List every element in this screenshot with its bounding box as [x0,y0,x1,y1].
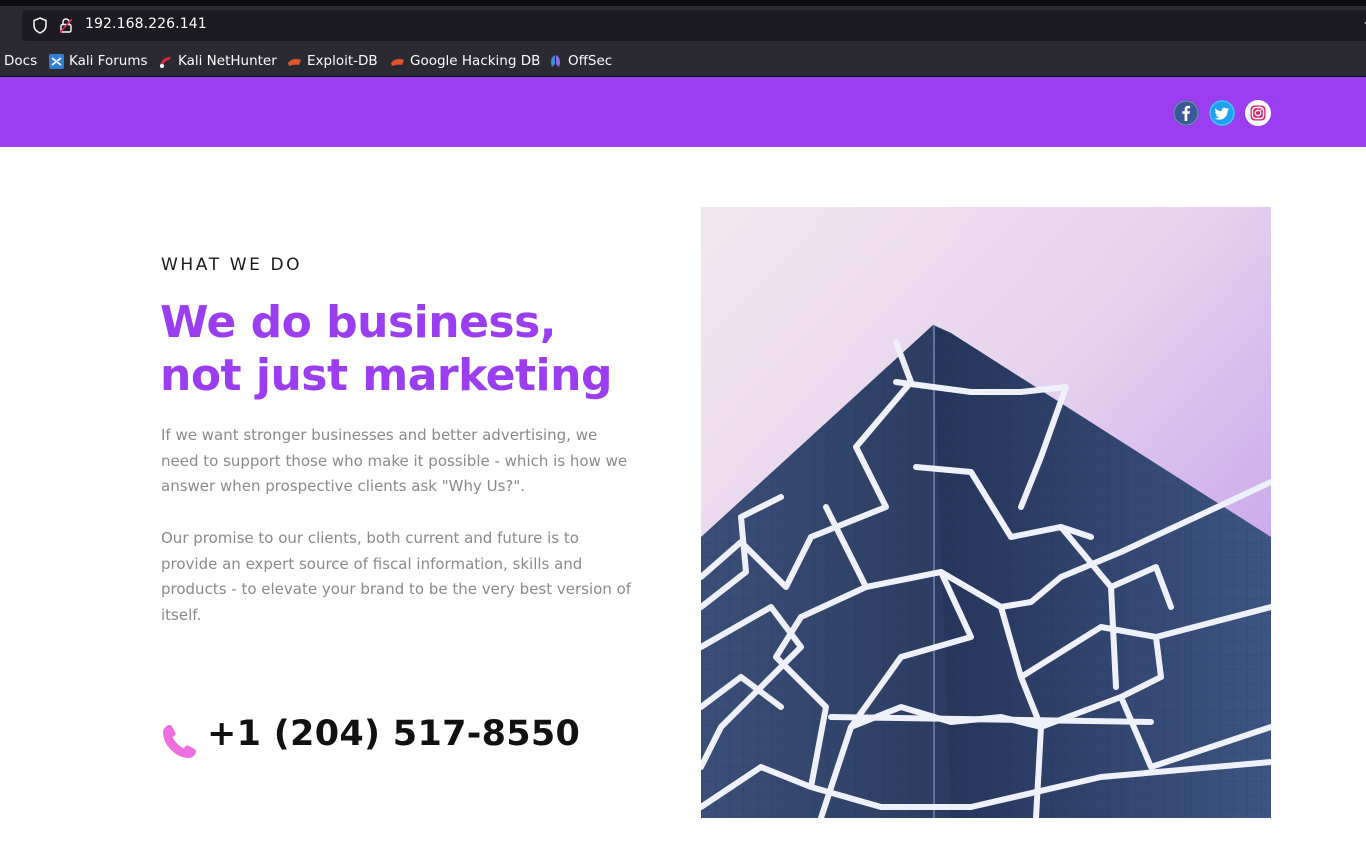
site-header [0,77,1366,147]
headline-line-1: We do business, [160,297,557,348]
bookmark-kali-nethunter[interactable]: Kali NetHunter [158,52,277,70]
offsec-icon [548,54,563,69]
kali-nethunter-icon [158,54,173,69]
bookmark-docs[interactable]: Docs [4,52,37,70]
kali-forums-icon [49,53,64,69]
bookmark-google-hacking-db[interactable]: Google Hacking DB [390,52,540,70]
instagram-icon[interactable] [1245,100,1271,126]
url-bar[interactable]: 192.168.226.141 [22,10,1366,41]
headline-line-2: not just marketing [160,350,612,401]
bookmark-label: Docs [4,53,38,69]
url-text[interactable]: 192.168.226.141 [85,16,207,32]
bookmark-label: OffSec [568,53,613,69]
bookmark-label: Google Hacking DB [410,53,541,69]
bookmarks-toolbar: Docs Kali Forums Kali NetHunter Exploit-… [0,44,1366,77]
phone-number[interactable]: +1 (204) 517-8550 [207,714,580,754]
bookmark-label: Kali NetHunter [178,53,277,69]
navigation-toolbar: 192.168.226.141 [0,6,1366,44]
facebook-icon[interactable] [1173,100,1199,126]
insecure-lock-icon[interactable] [58,17,74,34]
phone-icon [161,723,198,760]
bookmark-label: Kali Forums [69,53,148,69]
bookmark-offsec[interactable]: OffSec [548,52,612,70]
intro-paragraph: If we want stronger businesses and bette… [161,426,628,495]
twitter-icon[interactable] [1209,100,1235,126]
bookmark-kali-forums[interactable]: Kali Forums [49,52,148,70]
exploit-db-icon [287,54,302,69]
bookmark-label: Exploit-DB [307,53,378,69]
bookmark-exploit-db[interactable]: Exploit-DB [287,52,378,70]
section-eyebrow: WHAT WE DO [161,255,303,275]
building-photo [701,207,1271,818]
shield-icon[interactable] [32,17,48,34]
google-hacking-db-icon [390,54,405,69]
promise-paragraph: Our promise to our clients, both current… [161,529,632,624]
section-headline: We do business, not just marketing [160,296,680,402]
